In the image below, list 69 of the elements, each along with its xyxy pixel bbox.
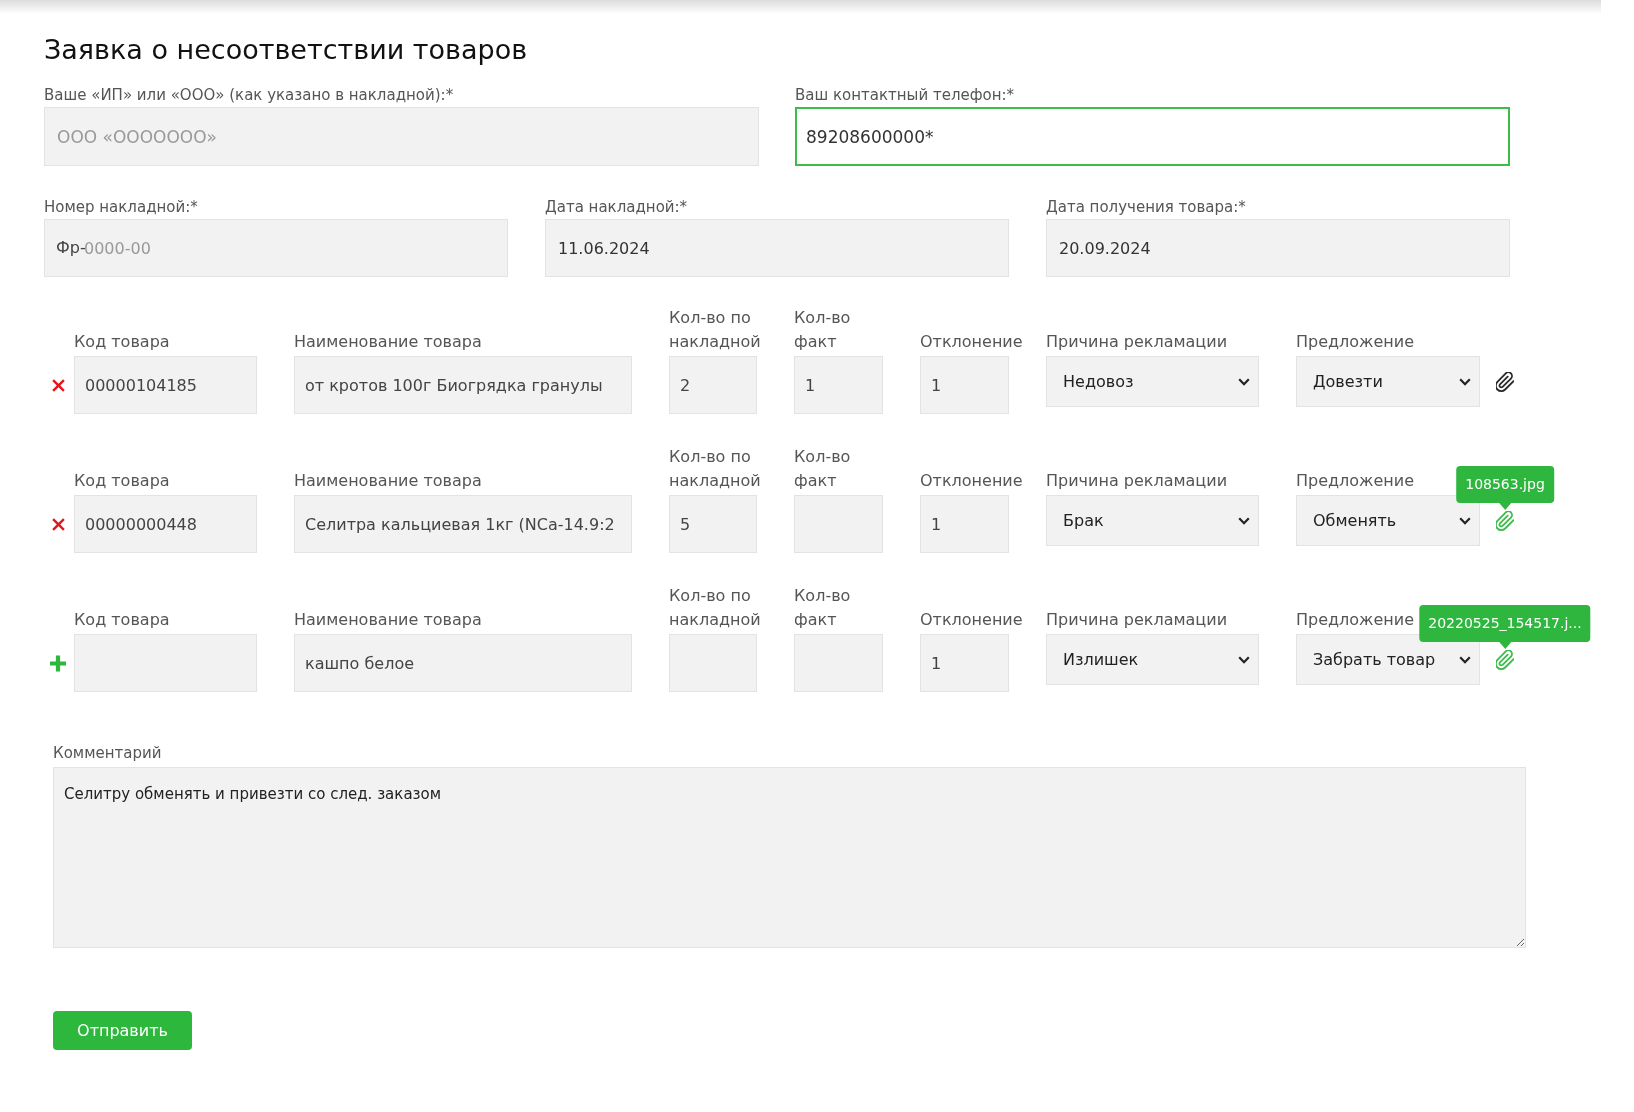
text-field[interactable]	[74, 634, 257, 692]
text-field[interactable]: 89208600000*	[795, 107, 1510, 166]
text-field[interactable]: 11.06.2024	[545, 219, 1009, 277]
field-label: Кол-во по накладной	[669, 307, 761, 353]
text-field[interactable]: ООО «ООООООО»	[44, 107, 759, 166]
dropdown[interactable]: Излишек	[1046, 634, 1259, 685]
paperclip-icon[interactable]	[1496, 649, 1514, 670]
field-label: Кол-во факт	[794, 307, 852, 353]
plus-icon[interactable]	[50, 654, 66, 672]
text-field[interactable]	[794, 634, 883, 692]
dropdown[interactable]: Брак	[1046, 495, 1259, 546]
field-label: Код товара	[74, 331, 170, 353]
field-label: Комментарий	[53, 743, 162, 763]
field-label: Код товара	[74, 470, 170, 492]
text-field[interactable]: 1	[920, 495, 1009, 553]
field-label: Наименование товара	[294, 470, 482, 492]
text-field[interactable]: Селитра кальциевая 1кг (NCa-14.9:2	[294, 495, 632, 553]
cross-icon[interactable]	[51, 517, 65, 531]
chevron-down-icon	[1459, 377, 1471, 386]
field-label: Ваш контактный телефон:*	[795, 85, 1015, 105]
dropdown[interactable]: Забрать товар	[1296, 634, 1480, 685]
field-label: Причина рекламации	[1046, 609, 1228, 631]
chevron-down-icon	[1459, 516, 1471, 525]
chevron-down-icon	[1238, 516, 1250, 525]
cross-icon[interactable]	[51, 378, 65, 392]
field-label: Кол-во факт	[794, 446, 852, 492]
text-field[interactable]: от кротов 100г Биогрядка гранулы	[294, 356, 632, 414]
field-label: Ваше «ИП» или «ООО» (как указано в накладной):*	[44, 85, 454, 105]
text-field[interactable]: 1	[794, 356, 883, 414]
chevron-down-icon	[1238, 655, 1250, 664]
text-field[interactable]: 1	[920, 356, 1009, 414]
field-label: Дата накладной:*	[545, 197, 688, 217]
field-label: Предложение	[1296, 331, 1415, 353]
dropdown[interactable]: Довезти	[1296, 356, 1480, 407]
filename-tooltip: 20220525_154517.j...	[1419, 604, 1591, 649]
form-title: Заявка о несоответствии товаров	[44, 33, 528, 67]
chevron-down-icon	[1459, 655, 1471, 664]
field-label: Код товара	[74, 609, 170, 631]
field-label: Наименование товара	[294, 609, 482, 631]
field-label: Номер накладной:*	[44, 197, 198, 217]
paperclip-icon[interactable]	[1496, 371, 1514, 392]
field-label: Кол-во по накладной	[669, 585, 761, 631]
field-label: Отклонение	[920, 609, 1023, 631]
text-field[interactable]: кашпо белое	[294, 634, 632, 692]
filename-tooltip: 108563.jpg	[1456, 465, 1554, 510]
field-label: Дата получения товара:*	[1046, 197, 1246, 217]
text-field[interactable]: 2	[669, 356, 757, 414]
field-label: Отклонение	[920, 331, 1023, 353]
field-label: Предложение	[1296, 609, 1415, 631]
text-field[interactable]: 00000104185	[74, 356, 257, 414]
field-prefix: Фр-	[56, 237, 86, 259]
text-field[interactable]	[669, 634, 757, 692]
paperclip-icon[interactable]	[1496, 510, 1514, 531]
text-field[interactable]: 20.09.2024	[1046, 219, 1510, 277]
text-field[interactable]: 00000000448	[74, 495, 257, 553]
field-label: Причина рекламации	[1046, 331, 1228, 353]
text-field[interactable]	[794, 495, 883, 553]
field-label: Причина рекламации	[1046, 470, 1228, 492]
chevron-down-icon	[1238, 377, 1250, 386]
field-label: Наименование товара	[294, 331, 482, 353]
field-label: Кол-во факт	[794, 585, 852, 631]
dropdown[interactable]: Обменять	[1296, 495, 1480, 546]
text-field[interactable]: 1	[920, 634, 1009, 692]
field-label: Отклонение	[920, 470, 1023, 492]
field-label: Кол-во по накладной	[669, 446, 761, 492]
text-field[interactable]: 5	[669, 495, 757, 553]
comment-field[interactable]: Селитру обменять и привезти со след. заказом	[53, 767, 1526, 948]
field-label: Предложение	[1296, 470, 1415, 492]
dropdown[interactable]: Недовоз	[1046, 356, 1259, 407]
